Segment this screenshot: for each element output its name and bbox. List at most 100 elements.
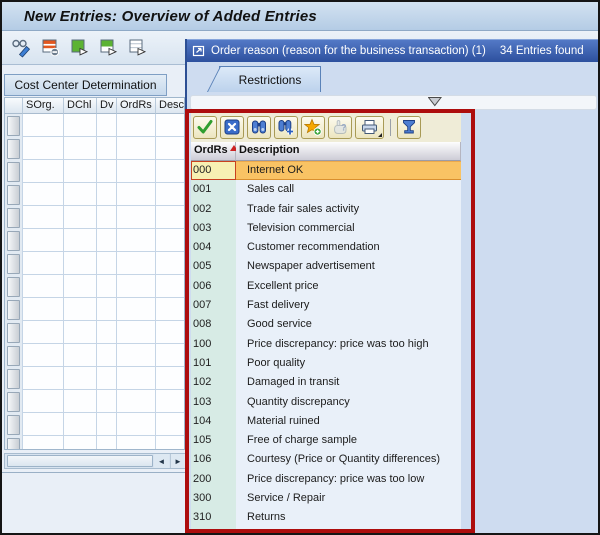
value-help-row[interactable]: 105Free of charge sample [191,431,461,450]
column-header-dchl[interactable]: DChl [64,98,97,114]
value-help-row[interactable]: 005Newspaper advertisement [191,257,461,276]
empty-cell[interactable] [97,298,117,321]
empty-cell[interactable] [97,344,117,367]
horizontal-scrollbar[interactable]: ◄ ► [4,453,185,469]
empty-cell[interactable] [156,229,185,252]
empty-cell[interactable] [97,252,117,275]
empty-cell[interactable] [117,206,156,229]
help-button[interactable]: ? [328,116,352,139]
empty-cell[interactable] [64,367,97,390]
value-help-row[interactable]: 002Trade fair sales activity [191,200,461,219]
scroll-right-button[interactable]: ► [170,454,185,468]
empty-cell[interactable] [64,275,97,298]
value-help-row[interactable]: 103Quantity discrepancy [191,393,461,412]
empty-cell[interactable] [64,183,97,206]
empty-cell[interactable] [23,413,64,436]
column-header-description[interactable]: Description [236,142,461,161]
empty-cell[interactable] [23,252,64,275]
empty-cell[interactable] [97,390,117,413]
empty-cell[interactable] [156,344,185,367]
find-button[interactable] [247,116,271,139]
empty-cell[interactable] [97,275,117,298]
value-help-row[interactable]: 008Good service [191,315,461,334]
scroll-left-button[interactable]: ◄ [154,454,169,468]
scrollbar-thumb[interactable] [7,455,153,467]
empty-cell[interactable] [64,229,97,252]
empty-cell[interactable] [117,229,156,252]
empty-cell[interactable] [97,114,117,137]
value-help-row[interactable]: 001Sales call [191,180,461,199]
empty-cell[interactable] [64,114,97,137]
empty-cell[interactable] [64,344,97,367]
empty-cell[interactable] [64,436,97,450]
empty-cell[interactable] [64,390,97,413]
row-selector-button[interactable] [7,277,20,297]
empty-cell[interactable] [156,367,185,390]
restrictions-collapsed-bar[interactable] [190,95,597,110]
empty-cell[interactable] [64,321,97,344]
empty-cell[interactable] [97,436,117,450]
empty-cell[interactable] [117,413,156,436]
empty-cell[interactable] [97,413,117,436]
column-header-description[interactable]: Description [156,98,185,114]
tab-restrictions[interactable]: Restrictions [219,66,321,92]
empty-cell[interactable] [156,436,185,450]
empty-cell[interactable] [23,321,64,344]
empty-cell[interactable] [117,114,156,137]
empty-cell[interactable] [117,183,156,206]
row-selector-button[interactable] [7,208,20,228]
empty-cell[interactable] [23,390,64,413]
empty-cell[interactable] [23,206,64,229]
value-help-row[interactable]: 007Fast delivery [191,296,461,315]
empty-cell[interactable] [64,137,97,160]
empty-cell[interactable] [23,183,64,206]
row-selector-button[interactable] [7,300,20,320]
display-change-button[interactable] [10,37,32,59]
empty-cell[interactable] [156,252,185,275]
value-help-row[interactable]: 101Poor quality [191,354,461,373]
empty-cell[interactable] [23,436,64,450]
empty-cell[interactable] [156,413,185,436]
empty-cell[interactable] [23,275,64,298]
row-selector-button[interactable] [7,116,20,136]
empty-cell[interactable] [156,137,185,160]
row-selector-button[interactable] [7,254,20,274]
personal-value-list-button[interactable] [397,116,421,139]
value-help-row[interactable]: 000Internet OK [191,161,461,180]
paste-entry-button[interactable] [126,37,148,59]
row-selector-button[interactable] [7,346,20,366]
row-selector-button[interactable] [7,415,20,435]
row-selector-button[interactable] [7,438,20,451]
empty-cell[interactable] [117,436,156,450]
empty-cell[interactable] [156,390,185,413]
empty-cell[interactable] [23,137,64,160]
empty-cell[interactable] [117,390,156,413]
empty-cell[interactable] [64,206,97,229]
empty-cell[interactable] [117,137,156,160]
empty-cell[interactable] [23,160,64,183]
empty-cell[interactable] [156,114,185,137]
value-help-row[interactable]: 200Price discrepancy: price was too low [191,470,461,489]
empty-cell[interactable] [156,160,185,183]
column-header-ordrs[interactable]: OrdRs [191,142,236,161]
copy-entry-button[interactable] [68,37,90,59]
row-selector-button[interactable] [7,392,20,412]
add-to-favorites-button[interactable] [301,116,325,139]
value-help-row[interactable]: 400Run schedule header exists [191,528,461,535]
empty-cell[interactable] [97,206,117,229]
row-selector-button[interactable] [7,139,20,159]
value-help-row[interactable]: 100Price discrepancy: price was too high [191,335,461,354]
column-header-dv[interactable]: Dv [97,98,117,114]
value-help-row[interactable]: 004Customer recommendation [191,238,461,257]
empty-cell[interactable] [97,229,117,252]
empty-cell[interactable] [117,160,156,183]
empty-cell[interactable] [23,344,64,367]
empty-cell[interactable] [64,413,97,436]
empty-cell[interactable] [64,160,97,183]
row-selector-button[interactable] [7,369,20,389]
empty-cell[interactable] [117,367,156,390]
column-header-ordrs[interactable]: OrdRs [117,98,156,114]
empty-cell[interactable] [156,321,185,344]
delete-entry-button[interactable] [39,37,61,59]
cost-center-determination-tab[interactable]: Cost Center Determination [4,74,167,96]
